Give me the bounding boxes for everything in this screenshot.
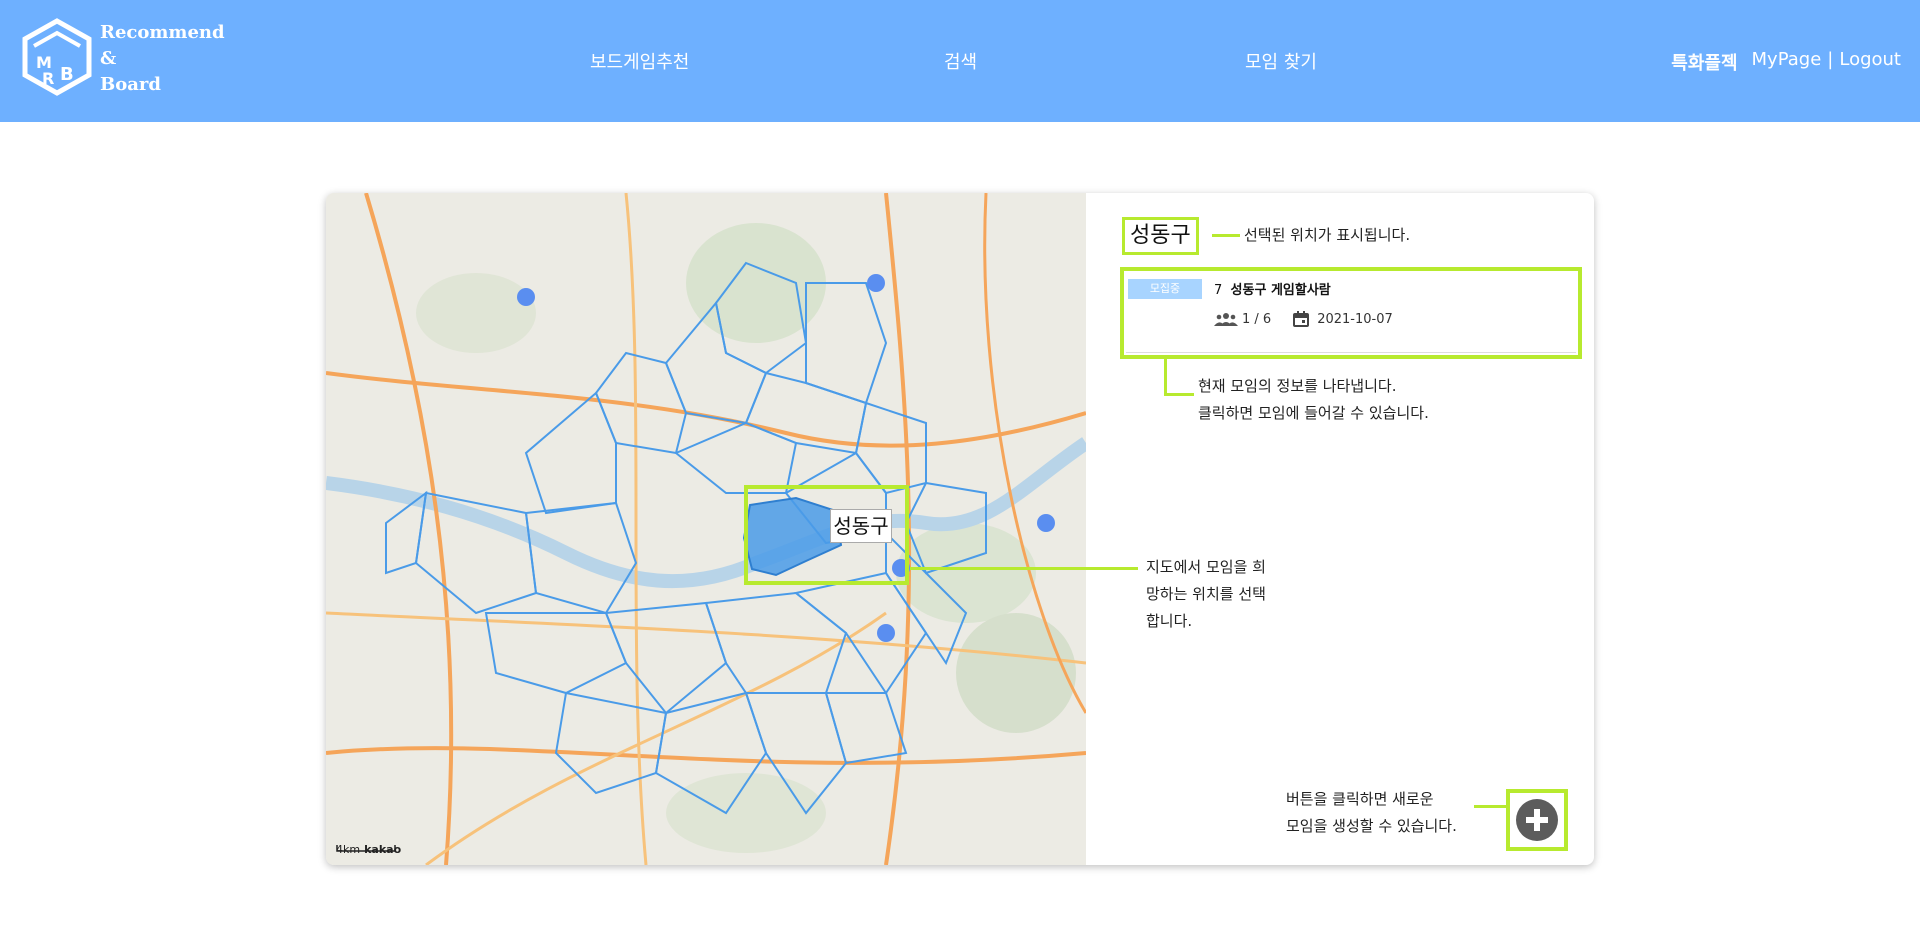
meeting-title: 7 성동구 게임할사람 (1214, 279, 1331, 298)
add-button-highlight (1506, 789, 1568, 851)
connector-line (1164, 359, 1167, 395)
map-note-line-1: 지도에서 모임을 희 (1146, 558, 1266, 576)
meeting-meta: 1 / 6 2021-10-07 (1214, 311, 1393, 327)
meeting-name: 성동구 게임할사람 (1230, 283, 1331, 298)
selected-location: 성동구 (1122, 217, 1199, 255)
logo-line-3: Board (100, 74, 161, 95)
svg-text:B: B (60, 64, 74, 85)
meeting-number: 7 (1214, 283, 1223, 298)
connector-line (1474, 805, 1506, 808)
nav-separator: | (1827, 49, 1834, 70)
map-graphic (326, 193, 1086, 865)
meeting-note-line-1: 현재 모임의 정보를 나타냅니다. (1198, 377, 1397, 395)
map-note-line-2: 망하는 위치를 선택 (1146, 585, 1266, 603)
svg-text:R: R (42, 69, 54, 88)
meeting-note: 현재 모임의 정보를 나타냅니다. 클릭하면 모임에 들어갈 수 있습니다. (1198, 373, 1429, 427)
meeting-note-line-2: 클릭하면 모임에 들어갈 수 있습니다. (1198, 404, 1429, 422)
meeting-card: 성동구 4km kakao 성동구 선택된 위치가 표시됩니다. 모집중 7 성… (326, 193, 1594, 865)
members-icon (1214, 313, 1238, 326)
calendar-icon (1293, 311, 1310, 327)
status-badge: 모집중 (1128, 279, 1202, 299)
map-note-line-3: 합니다. (1146, 612, 1193, 630)
nav-mypage[interactable]: MyPage (1752, 49, 1822, 75)
nav-logout[interactable]: Logout (1839, 49, 1901, 75)
meeting-highlight: 모집중 7 성동구 게임할사람 1 / 6 2021-10-07 (1120, 267, 1582, 359)
member-count: 1 / 6 (1242, 311, 1272, 327)
add-note-line-2: 모임을 생성할 수 있습니다. (1286, 817, 1457, 835)
map-attribution: 4km kakao (336, 843, 401, 856)
connector-line (1212, 234, 1240, 237)
map-district-label: 성동구 (830, 509, 892, 543)
meeting-panel: 성동구 선택된 위치가 표시됩니다. 모집중 7 성동구 게임할사람 1 / 6… (910, 193, 1594, 865)
meeting-date: 2021-10-07 (1317, 311, 1393, 327)
district-map[interactable]: 성동구 4km kakao (326, 193, 1086, 865)
logo-line-1: Recommend (100, 22, 225, 43)
nav-search[interactable]: 검색 (944, 48, 977, 74)
logo-icon[interactable]: M R B (22, 18, 92, 96)
scale-bar-icon (336, 845, 396, 852)
logo-line-2: & (100, 48, 117, 69)
user-nav: 특화플젝 MyPage | Logout (1671, 49, 1901, 75)
nav-find-meeting[interactable]: 모임 찾기 (1245, 48, 1317, 74)
connector-line (1164, 393, 1194, 396)
add-note: 버튼을 클릭하면 새로운 모임을 생성할 수 있습니다. (1286, 786, 1457, 840)
logo-text[interactable]: Recommend & Board (100, 20, 225, 98)
connector-line (910, 567, 1138, 570)
plus-icon (1526, 809, 1548, 831)
location-note: 선택된 위치가 표시됩니다. (1244, 226, 1411, 244)
nav-special-project[interactable]: 특화플젝 (1671, 49, 1737, 75)
top-header: M R B Recommend & Board 보드게임추천 검색 모임 찾기 … (0, 0, 1920, 122)
create-meeting-button[interactable] (1516, 799, 1558, 841)
add-note-line-1: 버튼을 클릭하면 새로운 (1286, 790, 1434, 808)
meeting-list-item[interactable]: 모집중 7 성동구 게임할사람 1 / 6 2021-10-07 (1126, 273, 1576, 353)
nav-board-recommend[interactable]: 보드게임추천 (590, 48, 689, 74)
map-note: 지도에서 모임을 희 망하는 위치를 선택 합니다. (1146, 554, 1266, 635)
